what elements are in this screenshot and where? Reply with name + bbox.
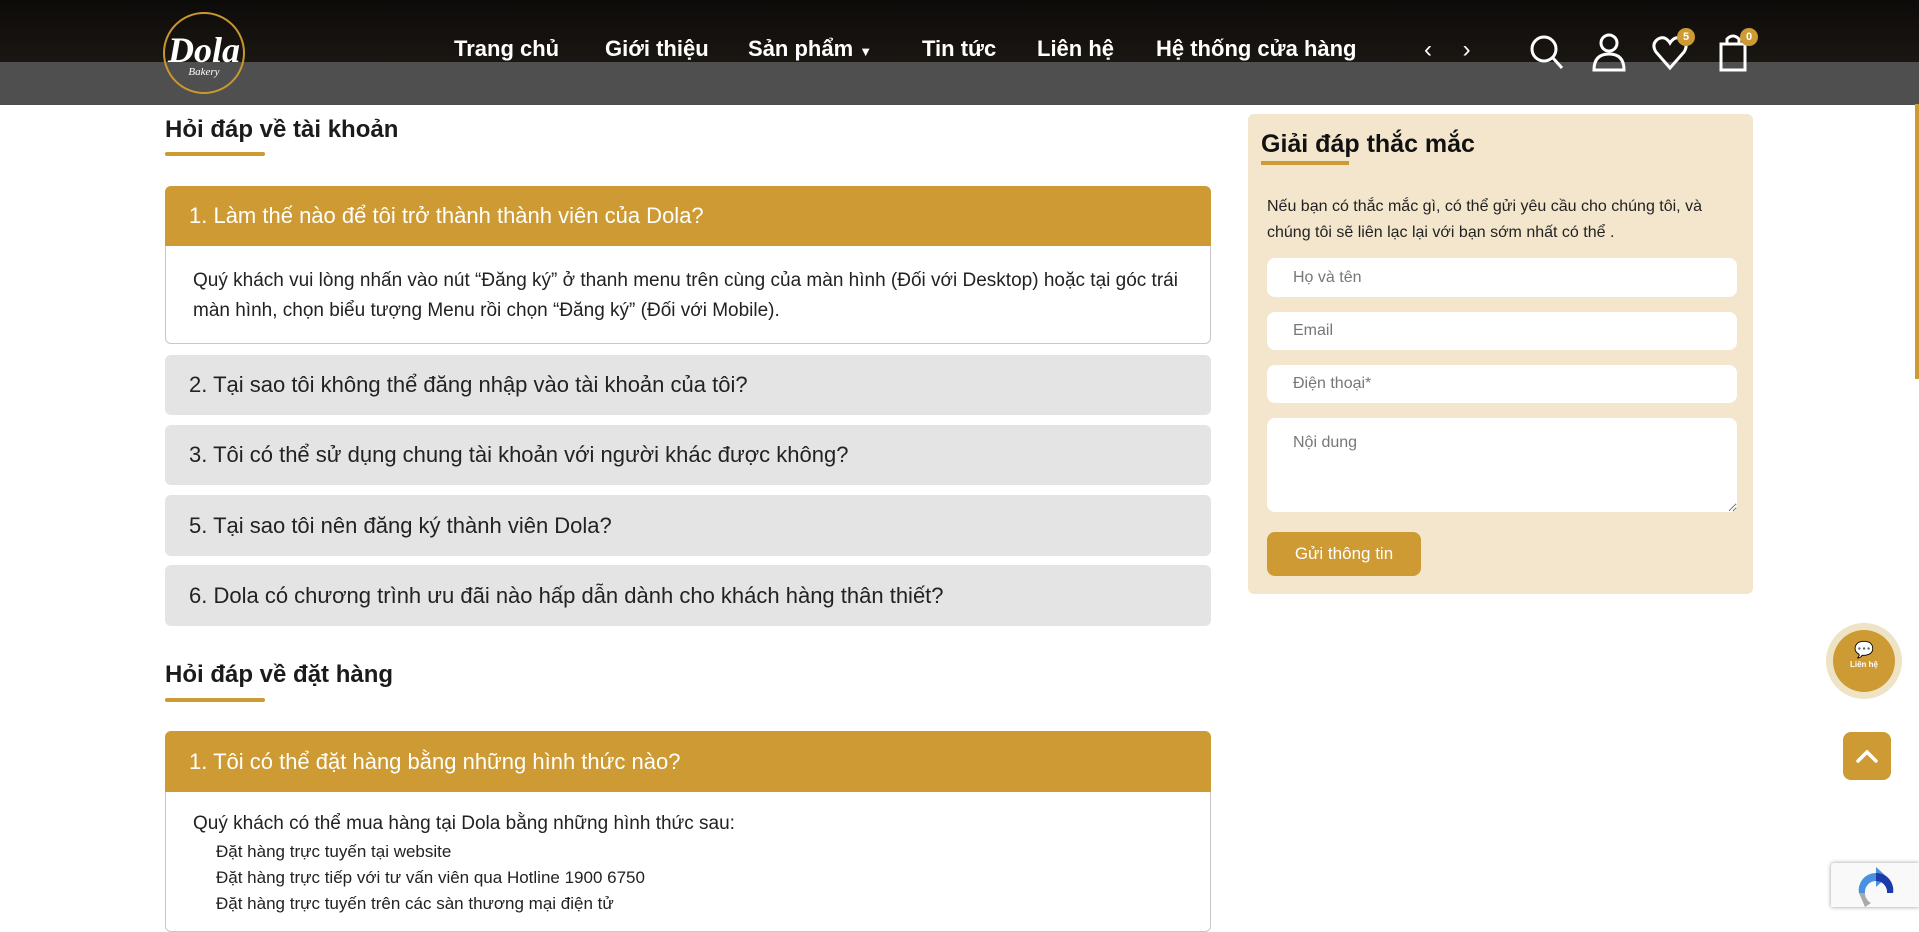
recaptcha-badge[interactable] <box>1831 863 1919 907</box>
user-icon[interactable] <box>1590 32 1628 72</box>
phone-input[interactable] <box>1267 365 1737 403</box>
chat-bubble-icon: 💬 <box>1854 642 1874 659</box>
contact-title: Giải đáp thắc mắc <box>1261 130 1475 158</box>
nav-contact[interactable]: Liên hệ <box>1037 36 1114 62</box>
faq-answer-account-1: Quý khách vui lòng nhấn vào nút “Đăng ký… <box>165 246 1211 344</box>
section-title-orders: Hỏi đáp về đặt hàng <box>165 661 394 688</box>
recaptcha-icon <box>1858 867 1894 907</box>
submit-button[interactable]: Gửi thông tin <box>1267 532 1421 576</box>
faq-question-account-6[interactable]: 6. Dola có chương trình ưu đãi nào hấp d… <box>165 565 1211 626</box>
faq-question-account-5[interactable]: 5. Tại sao tôi nên đăng ký thành viên Do… <box>165 495 1211 556</box>
faq-question-account-3[interactable]: 3. Tôi có thể sử dụng chung tài khoản vớ… <box>165 425 1211 485</box>
chat-label: Liên hệ <box>1849 660 1878 669</box>
contact-panel: Giải đáp thắc mắc Nếu bạn có thắc mắc gì… <box>1248 114 1753 594</box>
contact-description: Nếu bạn có thắc mắc gì, có thể gửi yêu c… <box>1267 198 1702 241</box>
contact-title-underline <box>1261 161 1349 165</box>
nav-news[interactable]: Tin tức <box>922 36 996 62</box>
email-input[interactable] <box>1267 312 1737 350</box>
answer-list-item: Đặt hàng trực tuyến tại website <box>216 842 452 861</box>
caret-down-icon: ▼ <box>859 44 873 59</box>
faq-question-order-1[interactable]: 1. Tôi có thể đặt hàng bằng những hình t… <box>165 731 1211 792</box>
content-textarea[interactable] <box>1267 418 1737 512</box>
faq-question-account-1[interactable]: 1. Làm thế nào để tôi trở thành thành vi… <box>165 186 1211 246</box>
nav-scroll-arrows[interactable]: ‹ › <box>1424 36 1483 64</box>
nav-about[interactable]: Giới thiệu <box>605 36 709 62</box>
nav-stores[interactable]: Hệ thống cửa hàng <box>1156 36 1357 62</box>
answer-intro: Quý khách có thể mua hàng tại Dola bằng … <box>193 813 735 834</box>
answer-list-item: Đặt hàng trực tuyến trên các sàn thương … <box>216 894 614 913</box>
name-input[interactable] <box>1267 258 1737 297</box>
back-to-top-button[interactable] <box>1843 732 1891 780</box>
chevron-up-icon <box>1856 749 1878 763</box>
faq-answer-order-1: Quý khách có thể mua hàng tại Dola bằng … <box>165 792 1211 932</box>
side-accent-bar <box>1915 104 1919 379</box>
nav-products-label: Sản phẩm <box>748 36 854 61</box>
cart-count-badge: 0 <box>1740 28 1758 46</box>
nav-products[interactable]: Sản phẩm ▼ <box>748 36 872 62</box>
nav-home[interactable]: Trang chủ <box>454 36 559 62</box>
wishlist-count-badge: 5 <box>1677 28 1695 46</box>
section-title-account: Hỏi đáp về tài khoản <box>165 116 399 143</box>
site-header: Dola Bakery Trang chủ Giới thiệu Sản phẩ… <box>0 0 1919 105</box>
answer-list-item: Đặt hàng trực tiếp với tư vấn viên qua H… <box>216 868 645 887</box>
section-underline <box>165 698 265 702</box>
logo[interactable]: Dola Bakery <box>163 12 245 94</box>
heart-icon[interactable]: 5 <box>1651 28 1695 72</box>
section-underline <box>165 152 265 156</box>
chat-contact-button[interactable]: 💬 Liên hệ <box>1826 623 1902 699</box>
faq-question-account-2[interactable]: 2. Tại sao tôi không thể đăng nhập vào t… <box>165 355 1211 415</box>
search-icon[interactable] <box>1528 32 1566 72</box>
cart-icon[interactable]: 0 <box>1714 28 1758 72</box>
